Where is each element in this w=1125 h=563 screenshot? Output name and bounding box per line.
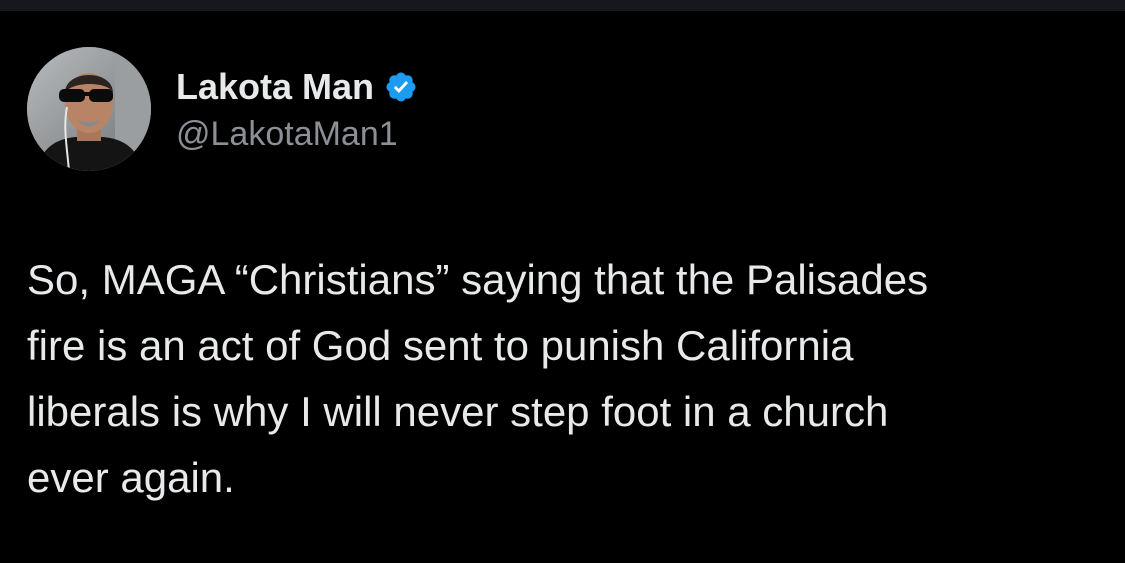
profile-photo-icon <box>27 47 151 171</box>
top-divider-strip <box>0 0 1125 11</box>
display-name[interactable]: Lakota Man <box>176 66 374 108</box>
author-handle[interactable]: @LakotaMan1 <box>176 115 418 154</box>
avatar[interactable] <box>27 47 151 171</box>
author-block: Lakota Man @LakotaMan1 <box>176 65 418 154</box>
tweet-text: So, MAGA “Christians” saying that the Pa… <box>27 256 929 501</box>
verified-badge-icon <box>384 70 418 104</box>
name-row: Lakota Man <box>176 65 418 109</box>
tweet-card: Lakota Man @LakotaMan1 So, MAGA “Christi… <box>0 11 1125 563</box>
